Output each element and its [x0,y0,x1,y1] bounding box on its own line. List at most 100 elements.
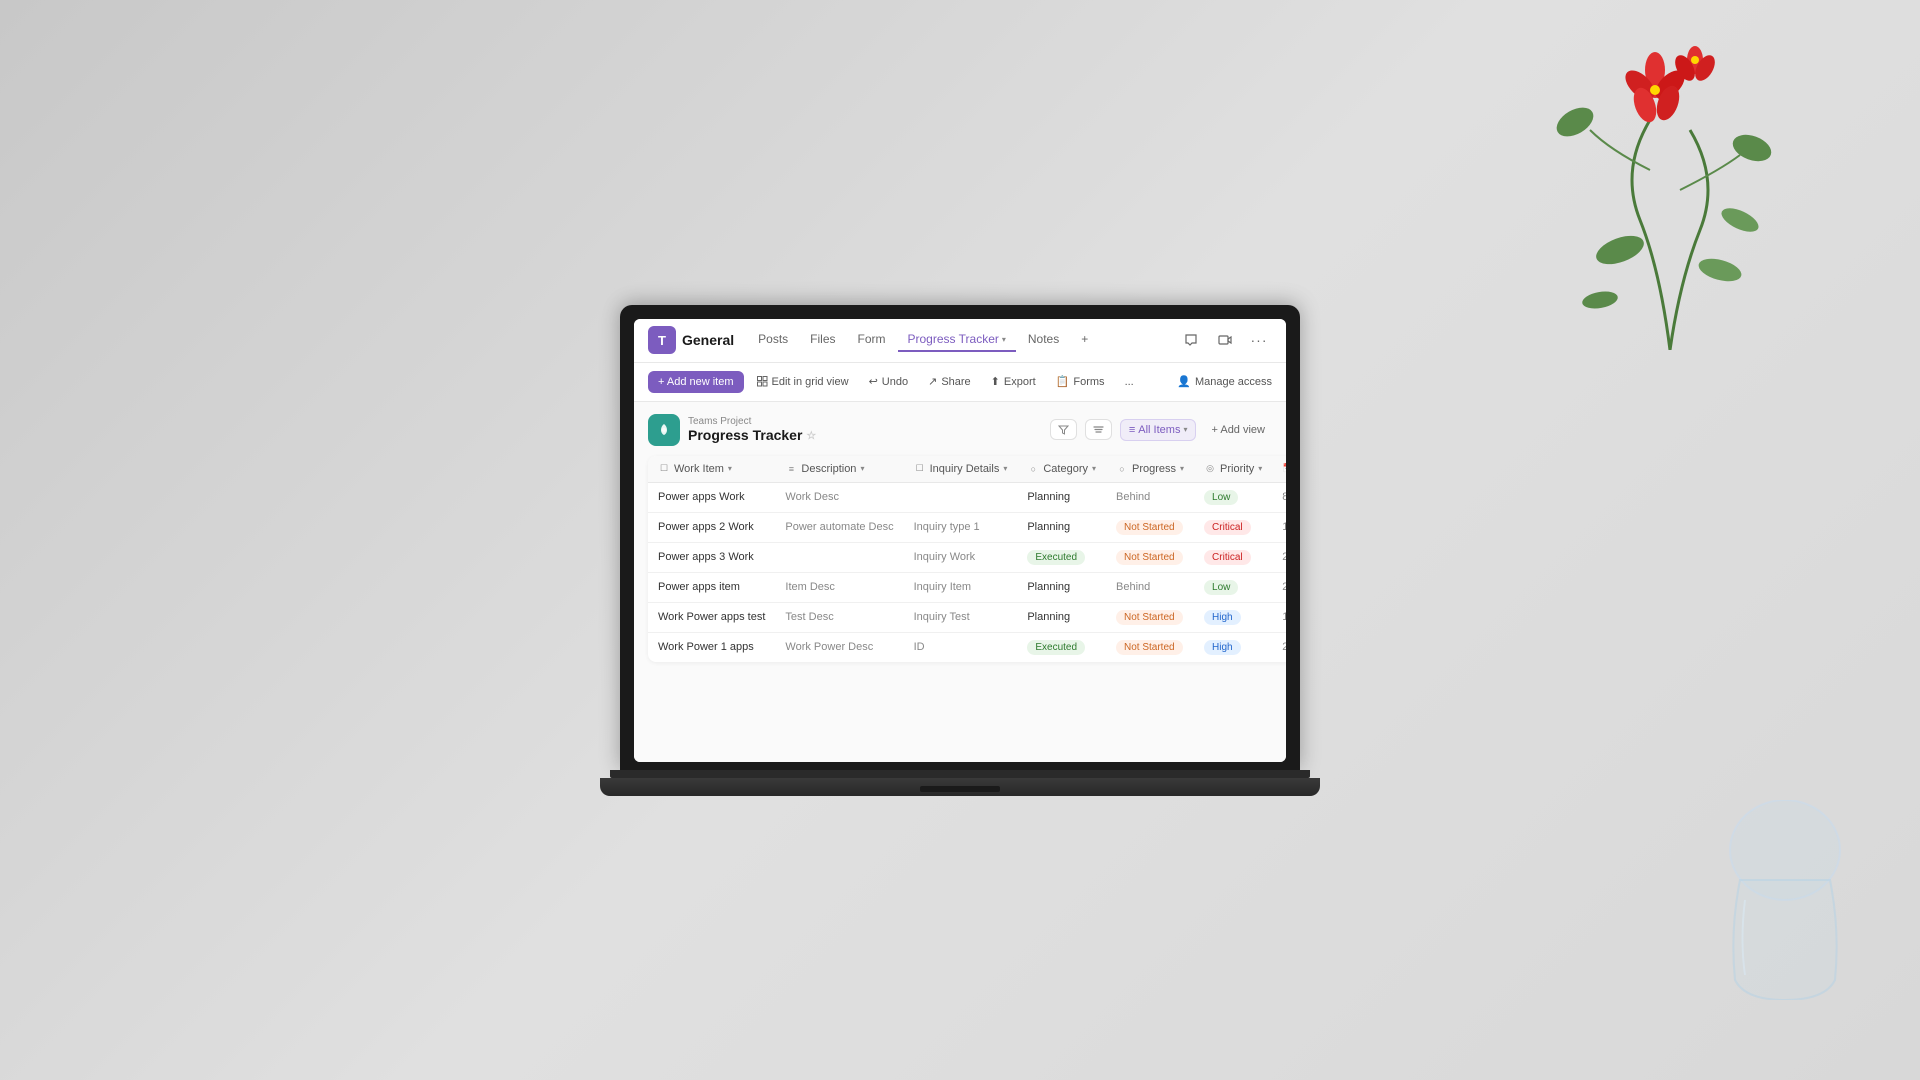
export-icon: ⬆ [991,375,1000,388]
tab-form[interactable]: Form [848,328,896,352]
priority-col-chevron: ▾ [1258,464,1262,473]
chevron-down-icon: ▾ [1002,335,1006,344]
app-title: General [682,332,734,348]
cell-start-date: 22/3/2024 [1272,542,1286,572]
app-logo: T [648,326,676,354]
share-button[interactable]: ↗ Share [921,371,978,392]
table-row[interactable]: Work Power apps test Test Desc Inquiry T… [648,602,1286,632]
cell-description: Work Power Desc [775,632,903,662]
cell-description [775,542,903,572]
work-item-col-chevron: ▾ [728,464,732,473]
table-header-row: ☐ Work Item ▾ ≡ Description [648,456,1286,483]
vase-decoration [1710,800,1860,1000]
project-icon [648,414,680,446]
cell-start-date: 8/7/2024 [1272,482,1286,512]
col-category[interactable]: ○ Category ▾ [1017,456,1106,483]
table-row[interactable]: Power apps 3 Work Inquiry Work Executed … [648,542,1286,572]
all-items-button[interactable]: ≡ All Items ▾ [1120,419,1197,441]
work-item-col-icon: ☐ [658,463,670,475]
progress-col-icon: ○ [1116,463,1128,475]
cell-priority: Critical [1194,512,1272,542]
col-description[interactable]: ≡ Description ▾ [775,456,903,483]
share-icon: ↗ [928,375,937,388]
project-header: Teams Project Progress Tracker ☆ [648,414,1272,446]
cell-inquiry-details: Inquiry type 1 [904,512,1018,542]
cell-progress: Not Started [1106,542,1194,572]
cell-start-date: 2/7/2024 [1272,572,1286,602]
cell-priority: Critical [1194,542,1272,572]
table-row[interactable]: Power apps 2 Work Power automate Desc In… [648,512,1286,542]
table-row[interactable]: Power apps Work Work Desc Planning Behin… [648,482,1286,512]
inquiry-col-chevron: ▾ [1003,464,1007,473]
description-col-chevron: ▾ [860,464,864,473]
col-progress[interactable]: ○ Progress ▾ [1106,456,1194,483]
table-row[interactable]: Power apps item Item Desc Inquiry Item P… [648,572,1286,602]
cell-inquiry-details: Inquiry Item [904,572,1018,602]
category-col-chevron: ▾ [1092,464,1096,473]
sort-button[interactable] [1085,419,1112,440]
project-meta: Teams Project Progress Tracker ☆ [688,416,816,443]
comment-icon-btn[interactable] [1178,327,1204,353]
content-area: Teams Project Progress Tracker ☆ [634,402,1286,762]
project-label: Teams Project [688,416,816,427]
progress-col-chevron: ▾ [1180,464,1184,473]
tab-add[interactable]: + [1071,328,1098,352]
video-icon [1218,333,1232,347]
cell-work-item: Power apps Work [648,482,775,512]
project-info: Teams Project Progress Tracker ☆ [648,414,816,446]
col-priority[interactable]: ◎ Priority ▾ [1194,456,1272,483]
cell-work-item: Work Power 1 apps [648,632,775,662]
col-inquiry-details[interactable]: ☐ Inquiry Details ▾ [904,456,1018,483]
cell-work-item: Power apps 3 Work [648,542,775,572]
cell-category: Executed [1017,542,1106,572]
export-button[interactable]: ⬆ Export [984,371,1043,392]
cell-priority: Low [1194,572,1272,602]
laptop-hinge [610,770,1310,778]
cell-progress: Behind [1106,482,1194,512]
more-toolbar-button[interactable]: ... [1118,372,1141,392]
filter-button[interactable] [1050,419,1077,440]
cell-progress: Not Started [1106,512,1194,542]
cell-description: Work Desc [775,482,903,512]
video-icon-btn[interactable] [1212,327,1238,353]
cell-inquiry-details [904,482,1018,512]
all-items-chevron: ▾ [1183,425,1187,434]
cell-priority: High [1194,602,1272,632]
flower-decoration [1520,0,1820,350]
laptop-base [600,778,1320,796]
table-row[interactable]: Work Power 1 apps Work Power Desc ID Exe… [648,632,1286,662]
app-chrome: T General Posts Files Form Progress Trac… [634,319,1286,762]
top-nav: T General Posts Files Form Progress Trac… [634,319,1286,363]
cell-inquiry-details: Inquiry Test [904,602,1018,632]
add-new-item-button[interactable]: + Add new item [648,371,744,393]
edit-grid-view-button[interactable]: Edit in grid view [750,372,856,392]
cell-category: Executed [1017,632,1106,662]
category-col-icon: ○ [1027,463,1039,475]
inquiry-col-icon: ☐ [914,463,926,475]
filter-icon [1058,424,1069,435]
forms-button[interactable]: 📋 Forms [1049,371,1112,392]
manage-access-button[interactable]: 👤 Manage access [1177,375,1272,388]
cell-start-date: 15/6/2024 [1272,602,1286,632]
description-col-icon: ≡ [785,463,797,475]
col-work-item[interactable]: ☐ Work Item ▾ [648,456,775,483]
col-start-date[interactable]: 📅 Start Date ▾ [1272,456,1286,483]
laptop-wrapper: T General Posts Files Form Progress Trac… [620,305,1300,796]
more-nav-icon-btn[interactable]: ··· [1246,327,1272,353]
cell-category: Planning [1017,482,1106,512]
cell-priority: Low [1194,482,1272,512]
tab-progress-tracker[interactable]: Progress Tracker ▾ [898,328,1016,352]
priority-col-icon: ◎ [1204,463,1216,475]
start-date-col-icon: 📅 [1282,463,1286,475]
tab-files[interactable]: Files [800,328,845,352]
cell-priority: High [1194,632,1272,662]
star-icon[interactable]: ☆ [806,429,816,442]
add-view-button[interactable]: + Add view [1204,420,1272,440]
list-icon: ≡ [1129,424,1135,436]
laptop-bezel: T General Posts Files Form Progress Trac… [620,305,1300,770]
tab-notes[interactable]: Notes [1018,328,1069,352]
tab-posts[interactable]: Posts [748,328,798,352]
cell-category: Planning [1017,572,1106,602]
undo-button[interactable]: ↩ Undo [862,371,916,392]
cell-start-date: 20/7/2024 [1272,632,1286,662]
